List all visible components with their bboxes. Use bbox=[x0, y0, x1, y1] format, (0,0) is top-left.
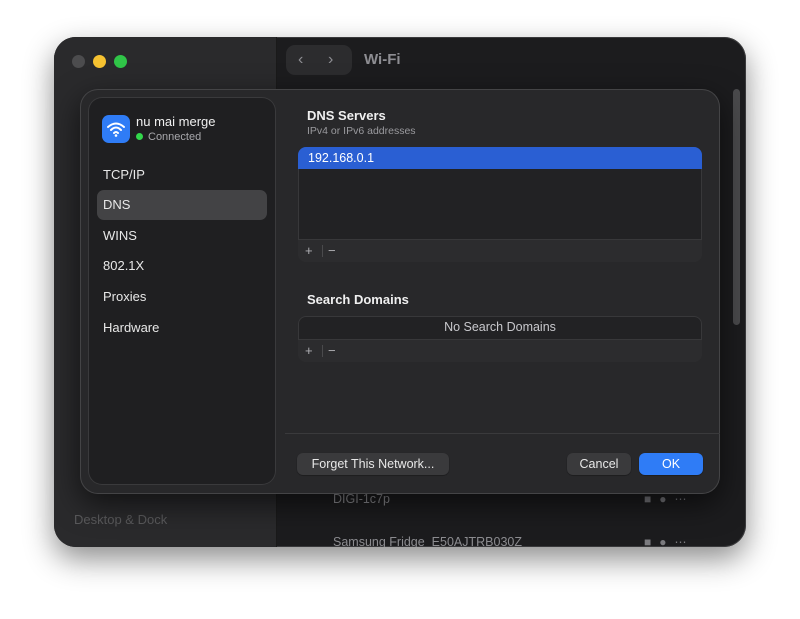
window-scrollbar[interactable] bbox=[733, 89, 740, 325]
forget-network-button[interactable]: Forget This Network... bbox=[297, 453, 449, 475]
remove-search-domain-button[interactable]: − bbox=[328, 343, 336, 358]
sidebar-item-proxies[interactable]: Proxies bbox=[97, 282, 267, 312]
dns-servers-subtitle: IPv4 or IPv6 addresses bbox=[307, 125, 416, 137]
close-window-button[interactable] bbox=[72, 55, 85, 68]
zoom-window-button[interactable] bbox=[114, 55, 127, 68]
sidebar-item-8021x[interactable]: 802.1X bbox=[97, 251, 267, 281]
dns-servers-title: DNS Servers bbox=[307, 108, 386, 123]
network-details-sheet: nu mai merge Connected TCP/IP DNS WINS 8… bbox=[80, 89, 720, 494]
dns-server-row[interactable]: 192.168.0.1 bbox=[298, 147, 702, 169]
footer-separator bbox=[322, 245, 323, 257]
sidebar-item-hardware[interactable]: Hardware bbox=[97, 313, 267, 343]
sheet-sidebar: nu mai merge Connected TCP/IP DNS WINS 8… bbox=[88, 97, 276, 485]
add-dns-server-button[interactable]: + bbox=[305, 243, 313, 258]
network-name: nu mai merge bbox=[136, 114, 216, 129]
network-status: Connected bbox=[136, 131, 201, 143]
search-domains-footer: + − bbox=[298, 339, 702, 362]
window-title: Wi-Fi bbox=[364, 51, 401, 68]
forward-arrow-icon[interactable]: › bbox=[328, 51, 333, 69]
search-domains-empty: No Search Domains bbox=[444, 320, 556, 334]
navigation-buttons: ‹ › bbox=[286, 45, 352, 75]
wifi-icon bbox=[102, 115, 130, 143]
remove-dns-server-button[interactable]: − bbox=[328, 243, 336, 258]
dns-servers-list: 192.168.0.1 + − bbox=[298, 147, 702, 262]
search-domains-title: Search Domains bbox=[307, 292, 409, 307]
connected-status-dot bbox=[136, 133, 143, 140]
dns-settings-panel: DNS Servers IPv4 or IPv6 addresses 192.1… bbox=[285, 89, 720, 494]
sidebar-item-tcpip[interactable]: TCP/IP bbox=[97, 160, 267, 190]
background-network-row-1: DIGI-1c7p bbox=[333, 492, 390, 506]
footer-separator bbox=[322, 345, 323, 357]
background-sidebar-item: Desktop & Dock bbox=[74, 512, 168, 527]
sidebar-item-dns[interactable]: DNS bbox=[97, 190, 267, 220]
sidebar-item-wins[interactable]: WINS bbox=[97, 221, 267, 251]
cancel-button[interactable]: Cancel bbox=[567, 453, 631, 475]
dns-servers-footer: + − bbox=[298, 239, 702, 262]
network-status-label: Connected bbox=[148, 131, 202, 143]
background-row-2-icons: ■●⋯ bbox=[644, 535, 695, 547]
background-row-1-icons: ■●⋯ bbox=[644, 492, 695, 506]
back-arrow-icon[interactable]: ‹ bbox=[298, 51, 303, 69]
add-search-domain-button[interactable]: + bbox=[305, 343, 313, 358]
search-domains-list: No Search Domains + − bbox=[298, 316, 702, 362]
background-network-row-2: Samsung Fridge_E50AJTRB030Z bbox=[333, 535, 522, 547]
minimize-window-button[interactable] bbox=[93, 55, 106, 68]
ok-button[interactable]: OK bbox=[639, 453, 703, 475]
sheet-divider bbox=[285, 433, 720, 434]
